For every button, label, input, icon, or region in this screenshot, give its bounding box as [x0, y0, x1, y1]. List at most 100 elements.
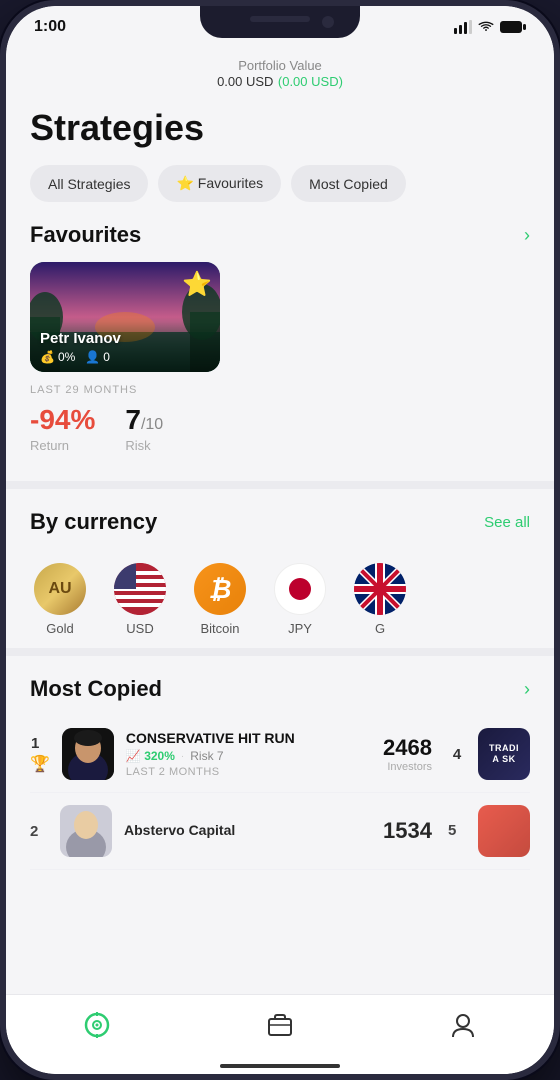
most-copied-section: Most Copied › 1 🏆 — [6, 660, 554, 870]
return-stat: -94% Return — [30, 404, 95, 453]
bitcoin-label: Bitcoin — [200, 621, 239, 636]
currency-title: By currency — [30, 509, 157, 535]
avatar-svg-2 — [60, 805, 112, 857]
card-return-stat: 💰 0% — [40, 350, 75, 364]
copied-sub-1: 📈 320% · Risk 7 — [126, 749, 371, 763]
jp-circle — [289, 578, 311, 600]
gold-icon: AU — [34, 563, 86, 615]
usd-icon — [114, 563, 166, 615]
section-divider-2 — [6, 648, 554, 656]
rank-container-2: 2 — [30, 823, 48, 840]
card-return: 0% — [58, 350, 75, 364]
page-title: Strategies — [6, 103, 554, 165]
status-time: 1:00 — [34, 18, 66, 36]
bottom-nav — [6, 994, 554, 1074]
risk-value: 7/10 — [125, 404, 163, 436]
currency-jpy[interactable]: JPY — [270, 563, 330, 636]
nav-scan[interactable] — [67, 1003, 127, 1047]
favourites-see-all[interactable]: › — [524, 225, 530, 246]
gbp-icon — [354, 563, 406, 615]
favourites-title: Favourites — [30, 222, 141, 248]
strategy-thumb-2 — [478, 805, 530, 857]
risk-text-1: Risk 7 — [190, 749, 223, 763]
copied-avatar-1 — [62, 728, 114, 780]
currency-bitcoin[interactable]: ₿ Bitcoin — [190, 563, 250, 636]
copied-row-1[interactable]: 1 🏆 — [30, 716, 530, 793]
scroll-content: Portfolio Value 0.00 USD (0.00 USD) Stra… — [6, 42, 554, 1040]
gold-symbol: AU — [48, 580, 71, 598]
return-label: Return — [30, 438, 95, 453]
front-camera — [322, 16, 334, 28]
bottom-spacing — [6, 870, 554, 900]
wifi-icon — [478, 21, 494, 33]
card-followers-stat: 👤 0 — [85, 350, 110, 364]
scan-icon — [83, 1011, 111, 1039]
risk-number: 7 — [125, 404, 141, 435]
portfolio-value-row: 0.00 USD (0.00 USD) — [26, 73, 534, 91]
card-trader-name: Petr Ivanov — [40, 330, 210, 347]
currency-header: By currency See all — [6, 493, 554, 549]
phone-screen: 1:00 — [6, 6, 554, 1074]
rank-2: 2 — [30, 823, 48, 840]
rank-suffix-container-1: 4 — [448, 746, 466, 763]
investors-2: 1534 — [383, 818, 432, 844]
most-copied-chevron: › — [524, 679, 530, 700]
thumb-text-1: TRADIA SK — [485, 739, 523, 769]
award-icon-1: 🏆 — [30, 754, 50, 774]
home-indicator — [220, 1064, 340, 1068]
currency-gold[interactable]: AU Gold — [30, 563, 90, 636]
copied-name-2: Abstervo Capital — [124, 822, 371, 838]
rank-container-1: 1 🏆 — [30, 735, 50, 774]
copied-info-1: CONSERVATIVE HIT RUN 📈 320% · Risk 7 LAS… — [126, 730, 371, 778]
jpy-icon — [274, 563, 326, 615]
investor-label-1: Investors — [383, 761, 432, 773]
portfolio-label: Portfolio Value — [26, 58, 534, 73]
risk-sub: /10 — [141, 416, 163, 433]
tab-all-strategies[interactable]: All Strategies — [30, 165, 148, 202]
perf-numbers: -94% Return 7/10 Risk — [30, 404, 530, 453]
portfolio-value: 0.00 USD — [217, 74, 273, 89]
avatar-svg-1 — [62, 728, 114, 780]
card-overlay: Petr Ivanov 💰 0% 👤 0 — [30, 322, 220, 372]
most-copied-see-all[interactable]: › — [524, 679, 530, 700]
copied-return-1: 📈 320% — [126, 749, 175, 763]
favourite-star-icon: ⭐ — [182, 270, 212, 299]
profile-icon — [449, 1011, 477, 1039]
return-value: -94% — [30, 404, 95, 436]
portfolio-header: Portfolio Value 0.00 USD (0.00 USD) — [6, 50, 554, 103]
nav-profile[interactable] — [433, 1003, 493, 1047]
gold-label: Gold — [46, 621, 73, 636]
copied-row-2[interactable]: 2 Abstervo Capital 1534 — [30, 793, 530, 870]
tab-favourites[interactable]: ⭐ Favourites — [158, 165, 281, 202]
favourite-card-petr[interactable]: ⭐ Petr Ivanov 💰 0% 👤 0 — [30, 262, 220, 372]
speaker — [250, 16, 310, 22]
currency-usd[interactable]: USD — [110, 563, 170, 636]
currency-scroll: AU Gold — [6, 563, 554, 644]
strategy-thumb-1: TRADIA SK — [478, 728, 530, 780]
investors-1: 2468 Investors — [383, 735, 432, 773]
perf-period: LAST 29 MONTHS — [30, 384, 530, 396]
notch — [200, 6, 360, 38]
most-copied-header: Most Copied › — [30, 676, 530, 702]
currency-see-all[interactable]: See all — [484, 514, 530, 531]
nav-portfolio[interactable] — [250, 1003, 310, 1047]
copied-period-1: LAST 2 MONTHS — [126, 766, 371, 778]
by-currency-section: By currency See all AU Gold — [6, 493, 554, 644]
risk-stat: 7/10 Risk — [125, 404, 163, 453]
risk-label: Risk — [125, 438, 163, 453]
rank-suffix-1: 4 — [453, 746, 461, 763]
currency-gbp[interactable]: G — [350, 563, 410, 636]
card-stats: 💰 0% 👤 0 — [40, 350, 210, 364]
investor-count-2: 1534 — [383, 818, 432, 844]
dot-1: · — [181, 751, 184, 762]
tab-most-copied[interactable]: Most Copied — [291, 165, 406, 202]
phone-frame: 1:00 — [0, 0, 560, 1080]
us-flag-svg — [114, 563, 166, 615]
rank-suffix-2: 5 — [448, 822, 456, 839]
card-followers: 0 — [103, 350, 110, 364]
filter-tabs: All Strategies ⭐ Favourites Most Copied — [6, 165, 554, 222]
portfolio-icon — [266, 1011, 294, 1039]
rank-suffix-container-2: 5 — [448, 822, 466, 840]
jpy-label: JPY — [288, 621, 312, 636]
favourites-header: Favourites › — [30, 222, 530, 248]
